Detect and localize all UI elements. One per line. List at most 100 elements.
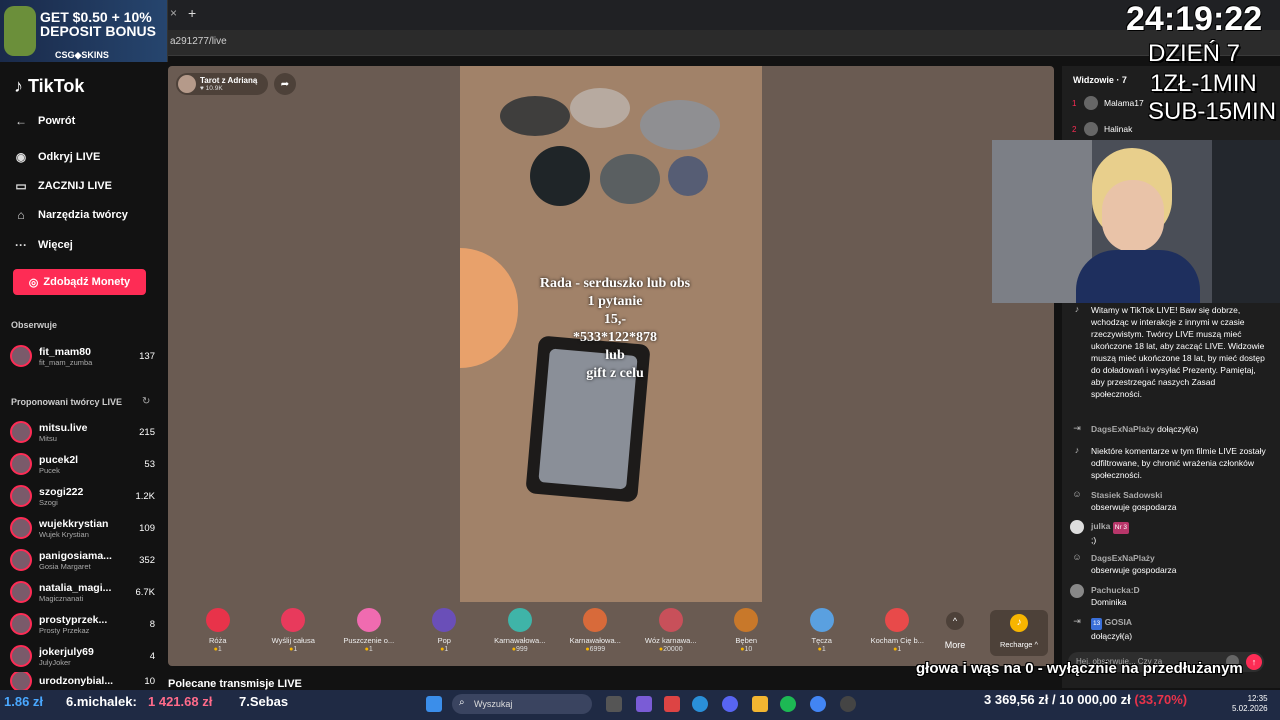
nav-creator-tools[interactable]: ⌂ Narzędzia twórcy xyxy=(14,208,128,222)
gift-item[interactable]: Puszczenie o... ●1 xyxy=(331,604,407,653)
coin-icon: ♪ xyxy=(1010,614,1028,632)
more-label: More xyxy=(944,640,966,650)
gift-item[interactable]: Tęcza ●1 xyxy=(784,604,860,653)
gift-item[interactable]: Bęben ●10 xyxy=(709,604,785,653)
suggested-item[interactable]: jokerjuly69 JulyJoker 4 xyxy=(10,641,155,671)
suggested-item[interactable]: szogi222 Szogi 1.2K xyxy=(10,481,155,511)
more-gifts-button[interactable]: ^ More xyxy=(940,612,970,650)
tiktok-logo[interactable]: ♪ TikTok xyxy=(14,76,84,97)
new-tab-button[interactable]: + xyxy=(188,5,196,21)
creator-handle: Mitsu xyxy=(39,433,57,443)
viewer-row[interactable]: 1 Malama17 xyxy=(1072,96,1144,110)
copilot-icon[interactable] xyxy=(636,696,652,712)
viewer-count: 4 xyxy=(149,650,155,662)
windows-start-icon[interactable] xyxy=(426,696,442,712)
overlay-line: Rada - serduszko lub obs xyxy=(539,276,691,291)
gift-item[interactable]: Karnawałowa... ●999 xyxy=(482,604,558,653)
file-explorer-icon[interactable] xyxy=(752,696,768,712)
message-user[interactable]: DagsExNaPlaży xyxy=(1091,424,1155,434)
taskbar-search[interactable]: Wyszukaj xyxy=(452,694,592,714)
suggested-item[interactable]: mitsu.live Mitsu 215 xyxy=(10,417,155,447)
chat-message: ☺ Stasiek Sadowski obserwuje gospodarza xyxy=(1070,489,1266,513)
avatar xyxy=(10,672,32,690)
gift-label: Kocham Cię b... xyxy=(870,636,924,645)
message-user[interactable]: DagsExNaPlaży xyxy=(1091,552,1177,564)
discord-icon[interactable] xyxy=(722,696,738,712)
suggested-title: Proponowani twórcy LIVE xyxy=(11,397,123,407)
message-user[interactable]: GOSIA xyxy=(1105,617,1132,627)
suggested-item[interactable]: panigosiama... Gosia Margaret 352 xyxy=(10,545,155,575)
overlay-rate: 1ZŁ-1MIN xyxy=(1150,70,1257,97)
share-icon[interactable]: ➦ xyxy=(274,73,296,95)
creator-name: natalia_magi... xyxy=(39,581,112,594)
creator-handle: Gosia Margaret xyxy=(39,561,91,571)
creator-name: pucek2l xyxy=(39,453,79,466)
send-icon[interactable]: ↑ xyxy=(1246,654,1262,670)
gift-price: ●1 xyxy=(364,646,373,653)
gift-item[interactable]: Kocham Cię b... ●1 xyxy=(860,604,936,653)
live-icon: ◉ xyxy=(15,150,27,164)
nav-label: Powrót xyxy=(38,115,76,127)
refresh-icon[interactable]: ↻ xyxy=(142,396,150,407)
avatar xyxy=(10,453,32,475)
tiktok-icon: ♪ xyxy=(1074,304,1080,314)
message-user[interactable]: Stasiek Sadowski xyxy=(1091,489,1177,501)
message-user[interactable]: Pachucka:D xyxy=(1091,584,1140,596)
viewer-count: 109 xyxy=(139,522,155,534)
task-view-icon[interactable] xyxy=(606,696,622,712)
nav-more[interactable]: ··· Więcej xyxy=(14,238,73,252)
edge-icon[interactable] xyxy=(692,696,708,712)
creator-handle: Pucek xyxy=(39,465,60,475)
viewers-title[interactable]: Widzowie · 7 xyxy=(1073,75,1127,85)
app-icon[interactable] xyxy=(664,696,680,712)
get-coins-button[interactable]: ◎ Zdobądź Monety xyxy=(13,269,146,295)
suggested-item[interactable]: urodzonybial... 10 xyxy=(10,672,155,690)
gift-price: ●1 xyxy=(213,646,222,653)
following-item[interactable]: fit_mam80 fit_mam_zumba 137 xyxy=(10,341,155,371)
gift-item[interactable]: Karnawałowa... ●6999 xyxy=(558,604,634,653)
gift-item[interactable]: Pop ●1 xyxy=(407,604,483,653)
message-text: dołączył(a) xyxy=(1157,424,1199,434)
gift-price: ●10 xyxy=(740,646,753,653)
message-text: obserwuje gospodarza xyxy=(1091,565,1177,575)
spotify-icon[interactable] xyxy=(780,696,796,712)
message-text: obserwuje gospodarza xyxy=(1091,502,1177,512)
recharge-label: Recharge ^ xyxy=(999,640,1039,649)
gift-label: Puszczenie o... xyxy=(343,636,395,645)
viewer-count: 1.2K xyxy=(135,490,155,502)
host-badge[interactable]: Tarot z Adrianą ♥ 10.9K xyxy=(176,73,268,95)
recharge-button[interactable]: ♪ Recharge ^ xyxy=(990,610,1048,656)
suggested-item[interactable]: wujekkrystian Wujek Krystian 109 xyxy=(10,513,155,543)
creator-name: panigosiama... xyxy=(39,549,112,562)
gift-item[interactable]: Róża ●1 xyxy=(180,604,256,653)
suggested-item[interactable]: pucek2l Pucek 53 xyxy=(10,449,155,479)
avatar xyxy=(1070,520,1084,534)
avatar xyxy=(10,549,32,571)
video-overlay-text: Rada - serduszko lub obs 1 pytanie 15,- … xyxy=(512,275,718,383)
suggested-item[interactable]: prostyprzek... Prosty Przekaz 8 xyxy=(10,609,155,639)
obs-icon[interactable] xyxy=(840,696,856,712)
nav-back[interactable]: ← Powrót xyxy=(14,114,75,128)
donation-goal: 3 369,56 zł / 10 000,00 zł (33,70%) xyxy=(984,692,1188,707)
lips-icon xyxy=(281,608,306,632)
chrome-icon[interactable] xyxy=(810,696,826,712)
gift-item[interactable]: Wóz karnawa... ●20000 xyxy=(633,604,709,653)
ad-title: GET $0.50 + 10% DEPOSIT BONUS xyxy=(40,9,156,39)
viewer-row[interactable]: 2 Halinak xyxy=(1072,122,1132,136)
carnival-float-icon xyxy=(658,608,683,632)
gift-price: ●6999 xyxy=(585,646,606,653)
creator-handle: Prosty Przekaz xyxy=(39,625,90,635)
gift-label: Tęcza xyxy=(811,636,832,645)
gift-item[interactable]: Wyślij całusa ●1 xyxy=(256,604,332,653)
system-clock[interactable]: 12:35 5.02.2026 xyxy=(1232,694,1268,714)
drum-icon xyxy=(734,608,759,632)
message-user[interactable]: julka xyxy=(1091,521,1110,531)
tiktok-icon: ♪ xyxy=(1074,445,1080,455)
suggested-item[interactable]: natalia_magi... Magicznanati 6.7K xyxy=(10,577,155,607)
logo-text: TikTok xyxy=(28,76,85,96)
avatar xyxy=(10,581,32,603)
close-tab-icon[interactable]: × xyxy=(170,6,177,20)
nav-start-live[interactable]: ▭ ZACZNIJ LIVE xyxy=(14,179,112,193)
nav-discover-live[interactable]: ◉ Odkryj LIVE xyxy=(14,150,101,164)
follow-icon: ☺ xyxy=(1072,489,1082,499)
